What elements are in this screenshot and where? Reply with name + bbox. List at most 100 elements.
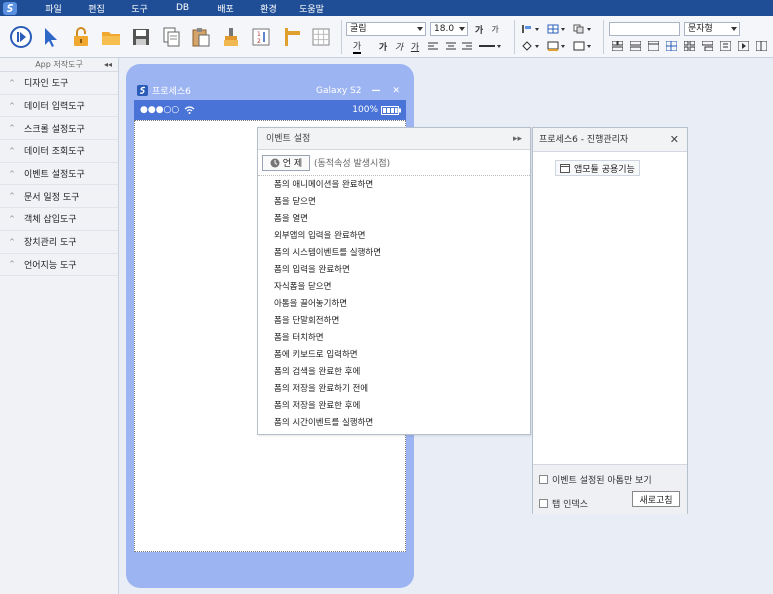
font-grow-icon[interactable]: 가 xyxy=(472,23,486,36)
italic-icon[interactable]: 가 xyxy=(392,40,406,53)
font-size-value: 18.0 xyxy=(434,24,455,34)
tool-data-input[interactable]: ^ 데이터 입력도구 xyxy=(0,95,118,118)
font-color-icon[interactable]: 가 xyxy=(350,40,364,54)
when-label: 언 제 xyxy=(282,159,303,169)
event-item[interactable]: 폼의 입력을 완료하면 xyxy=(258,262,530,279)
arrange-icon[interactable] xyxy=(572,23,594,35)
run-icon[interactable] xyxy=(8,24,34,50)
bold-icon[interactable]: 가 xyxy=(376,40,390,53)
order-icon[interactable]: 12 xyxy=(248,24,274,50)
minimize-icon[interactable]: — xyxy=(371,86,380,96)
layout-icon-1[interactable] xyxy=(610,40,624,52)
align-center-icon[interactable] xyxy=(444,40,458,52)
event-item[interactable]: 폼에 키보드로 입력하면 xyxy=(258,347,530,364)
caret-up-icon: ^ xyxy=(9,169,15,178)
event-settings-panel: 이벤트 설정 ▸▸ 언 제 (동적속성 발생시점) 폼의 애니메이션을 완료하면… xyxy=(257,127,531,435)
caret-up-icon: ^ xyxy=(9,260,15,269)
layout-icon-6[interactable] xyxy=(700,40,714,52)
event-item[interactable]: 폼의 검색을 완료한 후에 xyxy=(258,364,530,381)
panel-title: App 저작도구 xyxy=(35,60,83,69)
layout-icon-4[interactable] xyxy=(664,40,678,52)
align-left-icon[interactable] xyxy=(426,40,440,52)
when-button[interactable]: 언 제 xyxy=(262,154,310,171)
progress-panel-header: 프로세스6 - 진행관리자 ✕ xyxy=(533,128,687,152)
event-item[interactable]: 폼을 닫으면 xyxy=(258,194,530,211)
open-folder-icon[interactable] xyxy=(98,24,124,50)
tool-scroll-settings[interactable]: ^ 스크롤 설정도구 xyxy=(0,117,118,141)
align-tool-icon[interactable] xyxy=(278,24,304,50)
event-item[interactable]: 아톰을 끌어놓기하면 xyxy=(258,296,530,313)
caret-up-icon: ^ xyxy=(9,124,15,133)
pointer-icon[interactable] xyxy=(38,24,64,50)
process-name: 프로세스6 xyxy=(152,87,191,97)
progress-panel-title: 프로세스6 - 진행관리자 xyxy=(539,135,629,145)
event-item[interactable]: 폼의 저장을 완료한 후에 xyxy=(258,398,530,415)
progress-manager-panel: 프로세스6 - 진행관리자 ✕ 앱모듈 공용기능 이벤트 설정된 아톰만 보기 … xyxy=(532,127,688,514)
text-type-select[interactable]: 문자형 xyxy=(684,22,740,36)
save-icon[interactable] xyxy=(128,24,154,50)
font-family-select[interactable]: 굴림 xyxy=(346,22,426,36)
menu-db[interactable]: DB xyxy=(161,3,204,13)
show-event-atoms-checkbox[interactable] xyxy=(539,475,548,484)
tool-label: 장치관리 도구 xyxy=(24,238,77,249)
tool-document-schedule[interactable]: ^ 문서 일정 도구 xyxy=(0,185,118,209)
menu-deploy[interactable]: 배포 xyxy=(204,2,247,15)
layout-icon-8[interactable] xyxy=(754,40,768,52)
process-app-icon xyxy=(137,85,148,96)
font-shrink-icon[interactable]: 가 xyxy=(488,23,502,35)
layout-icon-7[interactable] xyxy=(718,40,732,52)
refresh-button[interactable]: 새로고침 xyxy=(632,491,680,507)
object-name-input[interactable] xyxy=(609,22,680,36)
expand-icon[interactable]: ▸▸ xyxy=(513,128,522,150)
event-item[interactable]: 폼을 열면 xyxy=(258,211,530,228)
menu-edit[interactable]: 편집 xyxy=(75,2,118,15)
fill-color-icon[interactable] xyxy=(520,40,542,52)
collapse-panel-icon[interactable]: ◂◂ xyxy=(104,58,112,72)
event-item[interactable]: 폼의 저장을 완료하기 전에 xyxy=(258,381,530,398)
menu-environment[interactable]: 환경 xyxy=(247,2,290,15)
font-family-value: 굴림 xyxy=(350,24,367,34)
close-icon[interactable]: ✕ xyxy=(670,128,679,152)
format-brush-icon[interactable] xyxy=(218,24,244,50)
event-item[interactable]: 폼의 시간이벤트를 실행하면 xyxy=(258,415,530,432)
lock-icon[interactable] xyxy=(68,24,94,50)
tool-design[interactable]: ^ 디자인 도구 xyxy=(0,72,118,95)
app-module-shared-item[interactable]: 앱모듈 공용기능 xyxy=(555,160,640,176)
layout-icon-2[interactable] xyxy=(628,40,642,52)
border-color-icon[interactable] xyxy=(546,40,568,52)
copy-icon[interactable] xyxy=(158,24,184,50)
event-item[interactable]: 폼의 애니메이션을 완료하면 xyxy=(258,177,530,194)
tool-data-query[interactable]: ^ 데이터 조회도구 xyxy=(0,140,118,163)
event-item[interactable]: 폼을 단말회전하면 xyxy=(258,313,530,330)
tool-label: 객체 삽입도구 xyxy=(24,215,77,226)
tab-index-option[interactable]: 탭 인덱스 xyxy=(539,497,588,510)
underline-icon[interactable]: 가 xyxy=(408,40,422,53)
paste-icon[interactable] xyxy=(188,24,214,50)
line-style-icon[interactable] xyxy=(478,40,504,52)
menu-help[interactable]: 도움말 xyxy=(290,2,333,15)
wifi-icon xyxy=(184,106,195,114)
show-event-atoms-option[interactable]: 이벤트 설정된 아톰만 보기 xyxy=(539,473,652,486)
font-size-select[interactable]: 18.0 xyxy=(430,22,468,36)
event-item[interactable]: 자식폼을 닫으면 xyxy=(258,279,530,296)
tool-device-management[interactable]: ^ 장치관리 도구 xyxy=(0,231,118,254)
grid-icon[interactable] xyxy=(308,24,334,50)
event-panel-header: 이벤트 설정 ▸▸ xyxy=(258,128,530,150)
align-objects-icon[interactable] xyxy=(520,23,542,35)
event-item[interactable]: 외부앱의 입력을 완료하면 xyxy=(258,228,530,245)
menu-tools[interactable]: 도구 xyxy=(118,2,161,15)
layout-icon-3[interactable] xyxy=(646,40,660,52)
tool-object-insert[interactable]: ^ 객체 삽입도구 xyxy=(0,208,118,231)
image-insert-icon[interactable] xyxy=(572,40,594,52)
layout-icon-5[interactable] xyxy=(682,40,696,52)
align-right-icon[interactable] xyxy=(460,40,474,52)
event-item[interactable]: 폼을 터치하면 xyxy=(258,330,530,347)
media-play-icon[interactable] xyxy=(736,40,750,52)
event-item[interactable]: 폼의 시스템이벤트를 실행하면 xyxy=(258,245,530,262)
tab-index-checkbox[interactable] xyxy=(539,499,548,508)
menu-file[interactable]: 파일 xyxy=(32,2,75,15)
close-icon[interactable]: ✕ xyxy=(392,86,400,96)
tool-event-settings[interactable]: ^ 이벤트 설정도구 xyxy=(0,163,118,186)
table-layout-icon[interactable] xyxy=(546,23,568,35)
tool-language-intelligence[interactable]: ^ 언어지능 도구 xyxy=(0,254,118,277)
